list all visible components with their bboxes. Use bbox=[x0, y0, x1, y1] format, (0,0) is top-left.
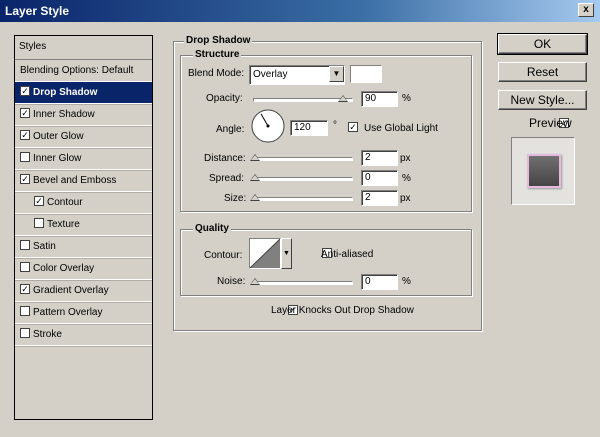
reset-button[interactable]: Reset bbox=[498, 62, 587, 82]
style-item-color-overlay[interactable]: Color Overlay bbox=[15, 258, 152, 280]
style-item-inner-glow[interactable]: Inner Glow bbox=[15, 148, 152, 170]
size-input[interactable]: 2 bbox=[361, 190, 398, 206]
spread-input[interactable]: 0 bbox=[361, 170, 398, 186]
contour-picker[interactable] bbox=[249, 238, 281, 269]
title-bar: Layer Style x bbox=[0, 0, 600, 22]
noise-slider[interactable] bbox=[253, 281, 353, 285]
style-item-label: Outer Glow bbox=[33, 131, 84, 142]
close-button[interactable]: x bbox=[578, 3, 594, 17]
style-item-label: Pattern Overlay bbox=[33, 307, 103, 318]
style-item-label: Inner Shadow bbox=[33, 109, 95, 120]
noise-label: Noise: bbox=[217, 276, 246, 287]
opacity-input[interactable]: 90 bbox=[361, 91, 398, 107]
noise-input[interactable]: 0 bbox=[361, 274, 398, 290]
angle-input[interactable]: 120 bbox=[290, 120, 328, 136]
style-item-blending-options-default[interactable]: Blending Options: Default bbox=[15, 60, 152, 82]
use-global-light-label: Use Global Light bbox=[364, 123, 438, 134]
size-label: Size: bbox=[224, 193, 247, 204]
style-item-gradient-overlay[interactable]: ✓ Gradient Overlay bbox=[15, 280, 152, 302]
distance-unit: px bbox=[400, 153, 411, 164]
distance-slider[interactable] bbox=[253, 157, 353, 161]
style-item-label: Texture bbox=[47, 219, 80, 230]
style-item-label: Bevel and Emboss bbox=[33, 175, 117, 186]
style-item-label: Satin bbox=[33, 241, 56, 252]
window-title: Layer Style bbox=[5, 4, 70, 18]
distance-input[interactable]: 2 bbox=[361, 150, 398, 166]
opacity-label: Opacity: bbox=[206, 93, 243, 104]
structure-title: Structure bbox=[193, 49, 242, 60]
knocks-out-label: Layer Knocks Out Drop Shadow bbox=[271, 305, 414, 316]
style-item-checkbox[interactable] bbox=[20, 262, 30, 273]
style-item-checkbox[interactable] bbox=[20, 306, 30, 317]
style-item-checkbox[interactable]: ✓ bbox=[34, 196, 44, 207]
preview-label: Preview bbox=[529, 116, 572, 130]
spread-slider[interactable] bbox=[253, 177, 353, 181]
spread-unit: % bbox=[402, 173, 411, 184]
size-slider[interactable] bbox=[253, 197, 353, 201]
style-item-checkbox[interactable] bbox=[20, 240, 30, 251]
blend-mode-select[interactable]: Overlay ▼ bbox=[249, 65, 345, 85]
style-item-satin[interactable]: Satin bbox=[15, 236, 152, 258]
preview-swatch-frame bbox=[511, 137, 575, 205]
opacity-unit: % bbox=[402, 93, 411, 104]
style-item-label: Blending Options: Default bbox=[20, 65, 134, 76]
use-global-light-checkbox[interactable]: ✓ bbox=[348, 122, 358, 133]
ok-button[interactable]: OK bbox=[497, 33, 588, 55]
style-item-label: Drop Shadow bbox=[33, 87, 98, 98]
styles-header: Styles bbox=[15, 36, 152, 60]
style-item-drop-shadow[interactable]: ✓ Drop Shadow bbox=[15, 82, 152, 104]
noise-slider-thumb[interactable] bbox=[250, 278, 260, 285]
distance-label: Distance: bbox=[204, 153, 246, 164]
close-icon: x bbox=[583, 4, 589, 15]
style-item-checkbox[interactable]: ✓ bbox=[20, 284, 30, 295]
style-item-label: Gradient Overlay bbox=[33, 285, 109, 296]
noise-unit: % bbox=[402, 276, 411, 287]
style-item-checkbox[interactable]: ✓ bbox=[20, 174, 30, 185]
style-item-inner-shadow[interactable]: ✓ Inner Shadow bbox=[15, 104, 152, 126]
distance-slider-thumb[interactable] bbox=[250, 154, 260, 161]
style-item-stroke[interactable]: Stroke bbox=[15, 324, 152, 346]
style-item-checkbox[interactable]: ✓ bbox=[20, 108, 30, 119]
new-style-button[interactable]: New Style... bbox=[498, 90, 587, 110]
anti-aliased-label: Anti-aliased bbox=[321, 249, 374, 260]
chevron-down-icon[interactable]: ▼ bbox=[329, 66, 344, 82]
size-slider-thumb[interactable] bbox=[250, 194, 260, 201]
spread-slider-thumb[interactable] bbox=[250, 174, 260, 181]
style-item-label: Contour bbox=[47, 197, 83, 208]
style-item-checkbox[interactable]: ✓ bbox=[20, 86, 30, 97]
spread-label: Spread: bbox=[209, 173, 245, 184]
style-item-checkbox[interactable] bbox=[20, 328, 30, 339]
style-item-texture[interactable]: Texture bbox=[15, 214, 152, 236]
angle-unit: ° bbox=[333, 120, 337, 131]
quality-title: Quality bbox=[193, 223, 231, 234]
style-item-label: Inner Glow bbox=[33, 153, 82, 164]
contour-curve-icon bbox=[250, 239, 280, 268]
angle-label: Angle: bbox=[216, 124, 245, 135]
drop-shadow-title: Drop Shadow bbox=[184, 35, 253, 46]
style-item-label: Stroke bbox=[33, 329, 62, 340]
style-item-checkbox[interactable] bbox=[20, 152, 30, 163]
preview-swatch bbox=[527, 154, 561, 188]
style-item-checkbox[interactable]: ✓ bbox=[20, 130, 30, 141]
style-item-outer-glow[interactable]: ✓ Outer Glow bbox=[15, 126, 152, 148]
style-item-contour[interactable]: ✓ Contour bbox=[15, 192, 152, 214]
chevron-down-icon: ▼ bbox=[283, 250, 290, 257]
contour-dropdown-button[interactable]: ▼ bbox=[281, 238, 292, 269]
styles-list: Styles Blending Options: Default ✓ Drop Sh… bbox=[14, 35, 153, 420]
contour-label: Contour: bbox=[204, 250, 243, 261]
style-item-bevel-and-emboss[interactable]: ✓ Bevel and Emboss bbox=[15, 170, 152, 192]
blend-mode-value: Overlay bbox=[253, 69, 288, 80]
opacity-slider-thumb[interactable] bbox=[338, 95, 348, 102]
style-item-label: Color Overlay bbox=[33, 263, 95, 274]
style-item-checkbox[interactable] bbox=[34, 218, 44, 229]
style-item-pattern-overlay[interactable]: Pattern Overlay bbox=[15, 302, 152, 324]
size-unit: px bbox=[400, 193, 411, 204]
shadow-color-swatch[interactable] bbox=[350, 65, 382, 83]
blend-mode-label: Blend Mode: bbox=[188, 68, 245, 79]
angle-dial[interactable] bbox=[250, 108, 286, 144]
